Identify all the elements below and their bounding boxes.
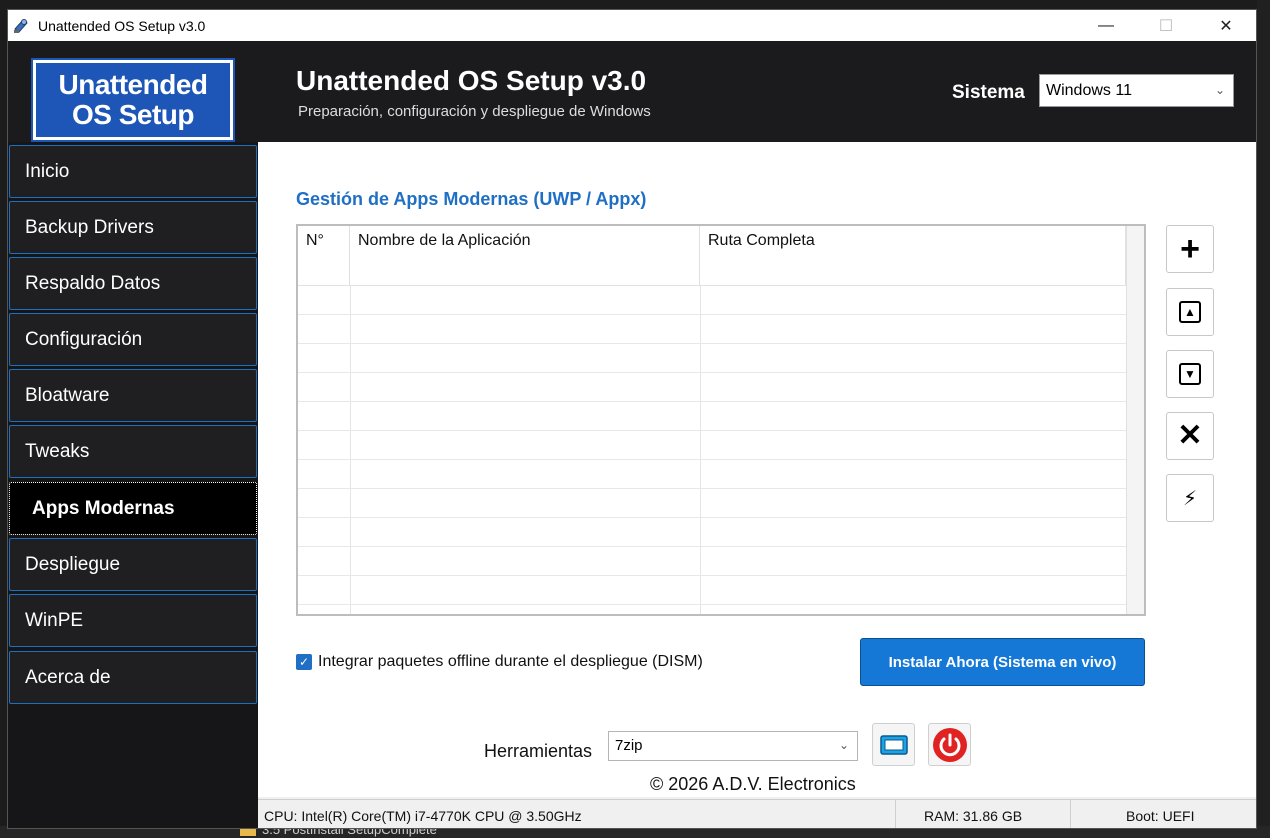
- quick-action-button[interactable]: ⚡︎: [1166, 474, 1214, 522]
- status-cpu: CPU: Intel(R) Core(TM) i7-4770K CPU @ 3.…: [258, 800, 896, 828]
- section-title: Gestión de Apps Modernas (UWP / Appx): [296, 189, 647, 209]
- system-label: Sistema: [952, 82, 1025, 103]
- minimize-button[interactable]: —: [1076, 10, 1136, 41]
- tool-window-button[interactable]: [872, 723, 915, 766]
- table-row[interactable]: [298, 518, 1144, 547]
- status-boot: Boot: UEFI: [1126, 807, 1195, 824]
- close-icon: ✕: [1177, 419, 1203, 452]
- status-bar: CPU: Intel(R) Core(TM) i7-4770K CPU @ 3.…: [258, 799, 1256, 828]
- table-row[interactable]: [298, 460, 1144, 489]
- apps-table[interactable]: N° Nombre de la Aplicación Ruta Completa: [296, 224, 1146, 616]
- table-row[interactable]: [298, 547, 1144, 576]
- move-up-button[interactable]: ▲: [1166, 288, 1214, 336]
- install-now-button[interactable]: Instalar Ahora (Sistema en vivo): [860, 638, 1145, 686]
- window-title: Unattended OS Setup v3.0: [38, 17, 206, 34]
- table-scrollbar[interactable]: [1126, 226, 1144, 614]
- chevron-down-icon: ⌄: [1214, 83, 1225, 97]
- main-content: Gestión de Apps Modernas (UWP / Appx) N°…: [258, 142, 1256, 797]
- sidebar-item-acerca-de[interactable]: Acerca de: [9, 651, 257, 704]
- desktop-right-edge: [1257, 0, 1270, 838]
- table-row[interactable]: [298, 431, 1144, 460]
- system-select[interactable]: Windows 11 ⌄: [1039, 74, 1234, 107]
- power-button[interactable]: [928, 723, 971, 766]
- sidebar-item-bloatware[interactable]: Bloatware: [9, 369, 257, 422]
- logo-line-2: OS Setup: [71, 99, 195, 130]
- page-title: Unattended OS Setup v3.0: [296, 65, 647, 96]
- system-select-value: Windows 11: [1046, 81, 1132, 99]
- arrow-up-icon: ▲: [1179, 301, 1201, 323]
- table-row[interactable]: [298, 344, 1144, 373]
- sidebar-item-backup-drivers[interactable]: Backup Drivers: [9, 201, 257, 254]
- page-subtitle: Preparación, configuración y despliegue …: [298, 103, 651, 120]
- app-icon: [14, 18, 28, 33]
- tools-label: Herramientas: [484, 741, 593, 761]
- status-ram: RAM: 31.86 GB: [896, 800, 1071, 828]
- chevron-down-icon: ⌄: [838, 738, 849, 752]
- sidebar-item-despliegue[interactable]: Despliegue: [9, 538, 257, 591]
- tools-select[interactable]: 7zip ⌄: [608, 731, 858, 761]
- plus-icon: +: [1180, 230, 1200, 268]
- table-row[interactable]: [298, 489, 1144, 518]
- column-header-name[interactable]: Nombre de la Aplicación: [350, 226, 700, 286]
- sidebar-item-apps-modernas[interactable]: Apps Modernas: [9, 482, 257, 535]
- sidebar-item-respaldo-datos[interactable]: Respaldo Datos: [9, 257, 257, 310]
- column-header-number[interactable]: N°: [298, 226, 350, 286]
- table-row[interactable]: [298, 576, 1144, 605]
- title-bar[interactable]: Unattended OS Setup v3.0 — ☐ ✕: [8, 10, 1256, 41]
- lightning-icon: ⚡︎: [1182, 487, 1198, 510]
- window-controls: — ☐ ✕: [1076, 10, 1256, 41]
- move-down-button[interactable]: ▼: [1166, 350, 1214, 398]
- sidebar-item-configuracion[interactable]: Configuración: [9, 313, 257, 366]
- table-header: N° Nombre de la Aplicación Ruta Completa: [298, 226, 1128, 286]
- close-button[interactable]: ✕: [1196, 10, 1256, 41]
- sidebar-item-tweaks[interactable]: Tweaks: [9, 425, 257, 478]
- remove-app-button[interactable]: ✕: [1166, 412, 1214, 460]
- arrow-down-icon: ▼: [1179, 363, 1201, 385]
- maximize-button[interactable]: ☐: [1136, 10, 1196, 41]
- power-icon: [932, 727, 967, 762]
- copyright-text: © 2026 A.D.V. Electronics: [650, 774, 856, 794]
- logo-line-1: Unattended: [58, 69, 209, 100]
- add-app-button[interactable]: +: [1166, 225, 1214, 273]
- sidebar-item-winpe[interactable]: WinPE: [9, 594, 257, 647]
- app-logo: Unattended OS Setup: [31, 58, 235, 142]
- offline-dism-option[interactable]: ✓ Integrar paquetes offline durante el d…: [296, 653, 703, 671]
- sidebar-item-inicio[interactable]: Inicio: [9, 145, 257, 198]
- offline-dism-checkbox[interactable]: ✓: [296, 654, 312, 670]
- sidebar: Inicio Backup Drivers Respaldo Datos Con…: [8, 142, 258, 828]
- offline-dism-label: Integrar paquetes offline durante el des…: [318, 653, 703, 670]
- column-header-path[interactable]: Ruta Completa: [700, 226, 1126, 286]
- table-row[interactable]: [298, 402, 1144, 431]
- tools-select-value: 7zip: [615, 737, 643, 754]
- window-icon: [879, 734, 908, 755]
- table-row[interactable]: [298, 373, 1144, 402]
- app-header: Unattended OS Setup Unattended OS Setup …: [8, 41, 1256, 142]
- table-row[interactable]: [298, 315, 1144, 344]
- app-window: Unattended OS Setup v3.0 — ☐ ✕ Unattende…: [7, 9, 1257, 829]
- table-row[interactable]: [298, 286, 1144, 315]
